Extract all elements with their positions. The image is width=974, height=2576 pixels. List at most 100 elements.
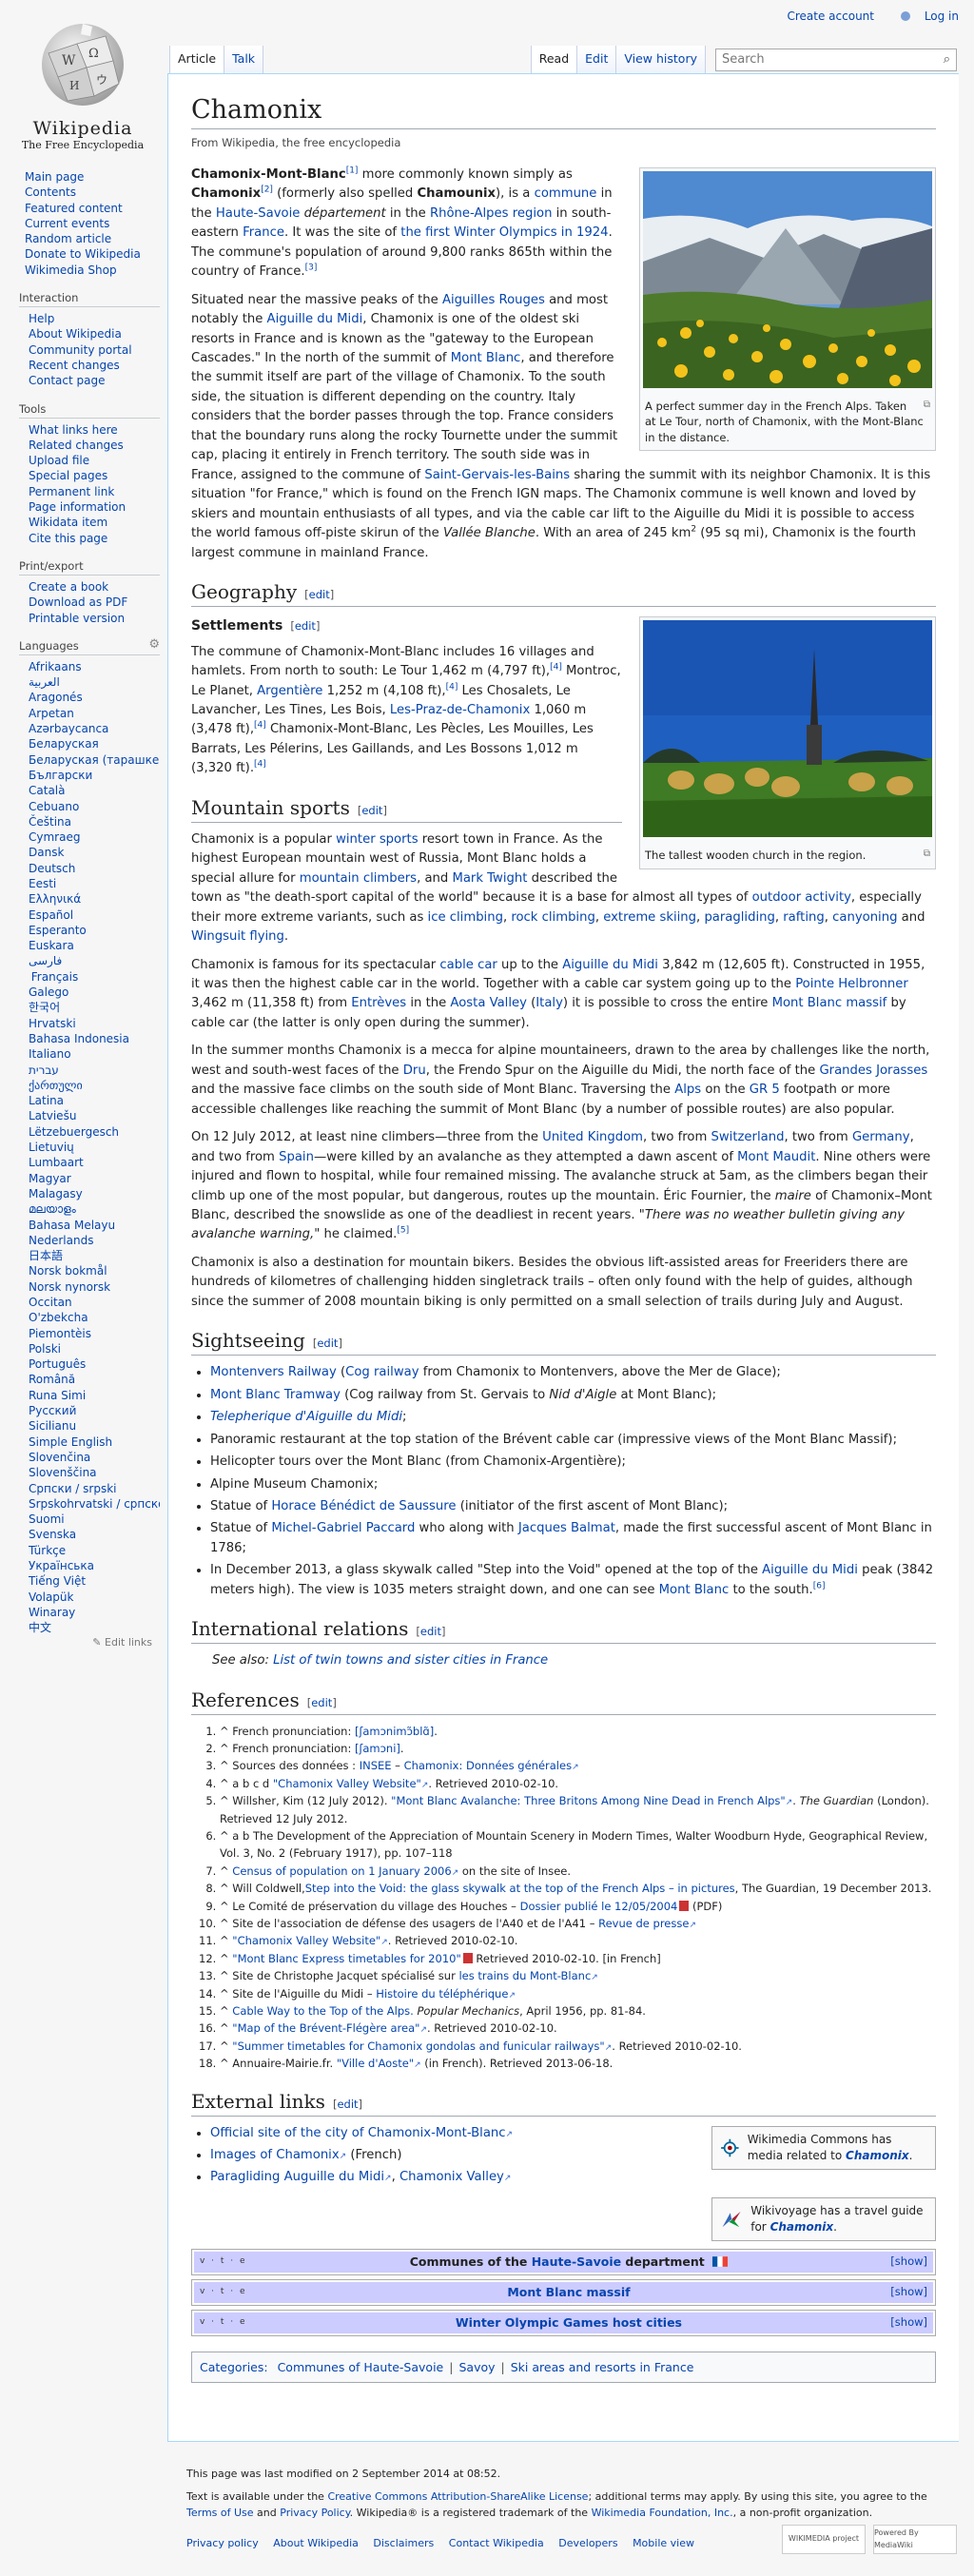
- sidebar-language-item[interactable]: Svenska: [29, 1527, 160, 1542]
- photo-summer-alps[interactable]: [643, 170, 932, 388]
- sidebar-tools-item[interactable]: What links here: [29, 422, 160, 438]
- sidebar-interaction-item[interactable]: Recent changes: [29, 358, 160, 373]
- wiki-link[interactable]: Grandes Jorasses: [819, 1064, 927, 1078]
- sidebar-language-item[interactable]: Galego: [29, 985, 160, 1000]
- sidebar-language-item[interactable]: Occitan: [29, 1295, 160, 1310]
- footer-link[interactable]: Privacy policy: [186, 2537, 259, 2549]
- wiki-link[interactable]: List of twin towns and sister cities in …: [273, 1653, 548, 1668]
- sidebar-language-item[interactable]: Sicilianu: [29, 1418, 160, 1434]
- sidebar-language-item[interactable]: Bahasa Melayu: [29, 1218, 160, 1233]
- mediawiki-badge[interactable]: Powered By MediaWiki: [873, 2525, 957, 2554]
- wiki-link[interactable]: Mont Maudit: [737, 1150, 815, 1164]
- sidebar-language-item[interactable]: Български: [29, 768, 160, 783]
- sidebar-language-item[interactable]: Română: [29, 1372, 160, 1387]
- category-link[interactable]: Savoy: [458, 2360, 495, 2374]
- tab-talk[interactable]: Talk: [224, 46, 264, 74]
- wiki-link[interactable]: Haute-Savoie: [216, 206, 301, 221]
- sidebar-language-item[interactable]: Aragonés: [29, 690, 160, 705]
- wiki-link[interactable]: Aiguille du Midi: [562, 958, 658, 972]
- sidebar-tools-item[interactable]: Special pages: [29, 468, 160, 483]
- wiki-link[interactable]: Jacques Balmat: [518, 1521, 615, 1535]
- create-account-link[interactable]: Create account: [787, 10, 874, 23]
- magnify-icon[interactable]: ⧉: [924, 848, 930, 861]
- wiki-link[interactable]: Pointe Helbronner: [795, 977, 908, 991]
- wiki-link[interactable]: canyoning: [832, 910, 897, 925]
- sidebar-print-item[interactable]: Printable version: [29, 611, 160, 626]
- sidebar-print-item[interactable]: Create a book: [29, 579, 160, 595]
- wiki-link[interactable]: Entrèves: [351, 996, 406, 1010]
- category-link[interactable]: Ski areas and resorts in France: [511, 2360, 694, 2374]
- sidebar-language-item[interactable]: Malagasy: [29, 1186, 160, 1201]
- category-link[interactable]: Communes of Haute-Savoie: [278, 2360, 444, 2374]
- sidebar-language-item[interactable]: Slovenščina: [29, 1465, 160, 1480]
- wiki-link[interactable]: Switzerland: [711, 1130, 785, 1144]
- edit-links[interactable]: ✎ Edit links: [21, 1636, 160, 1649]
- ref-link[interactable]: [4]: [254, 721, 266, 731]
- sidebar-language-item[interactable]: Winaray: [29, 1605, 160, 1620]
- sidebar-language-item[interactable]: Português: [29, 1356, 160, 1372]
- wikivoyage-link[interactable]: Chamonix: [770, 2220, 834, 2234]
- footer-link[interactable]: Mobile view: [633, 2537, 694, 2549]
- interaction-heading[interactable]: Interaction: [19, 291, 160, 308]
- sidebar-language-item[interactable]: Беларуская (тарашкевіца): [29, 752, 160, 768]
- sidebar-language-item[interactable]: Norsk bokmål: [29, 1263, 160, 1278]
- wiki-link[interactable]: Wingsuit flying: [191, 929, 284, 944]
- sidebar-language-item[interactable]: Bahasa Indonesia: [29, 1031, 160, 1046]
- sidebar-language-item[interactable]: Italiano: [29, 1046, 160, 1062]
- wikivoyage-icon[interactable]: [720, 2202, 743, 2236]
- sidebar-language-item[interactable]: Suomi: [29, 1512, 160, 1527]
- edit-section-link[interactable]: edit: [416, 1625, 445, 1638]
- wiki-link[interactable]: commune: [535, 186, 597, 201]
- footer-link[interactable]: About Wikipedia: [273, 2537, 359, 2549]
- sidebar-language-item[interactable]: Latviešu: [29, 1108, 160, 1123]
- sidebar-language-item[interactable]: Arpetan: [29, 706, 160, 721]
- sidebar-language-item[interactable]: Deutsch: [29, 861, 160, 876]
- show-toggle[interactable]: [show]: [890, 2314, 927, 2332]
- sidebar-language-item[interactable]: Eesti: [29, 876, 160, 891]
- wiki-link[interactable]: Mont Blanc: [659, 1583, 730, 1597]
- sidebar-language-item[interactable]: Esperanto: [29, 923, 160, 938]
- edit-section-link[interactable]: edit: [333, 2098, 362, 2111]
- privacy-link[interactable]: Privacy Policy: [280, 2507, 349, 2519]
- edit-section-link[interactable]: edit: [290, 619, 320, 633]
- sidebar-language-item[interactable]: Lumbaart: [29, 1155, 160, 1170]
- sidebar-interaction-item[interactable]: Help: [29, 311, 160, 326]
- ref-link[interactable]: [4]: [550, 663, 562, 673]
- wiki-link[interactable]: Michel-Gabriel Paccard: [271, 1521, 415, 1535]
- sidebar-language-item[interactable]: العربية: [29, 674, 160, 690]
- sidebar-language-item[interactable]: Euskara: [29, 938, 160, 953]
- external-link[interactable]: Paragliding Auguille du Midi: [210, 2170, 384, 2184]
- wiki-link[interactable]: United Kingdom: [542, 1130, 643, 1144]
- sidebar-language-item[interactable]: Nederlands: [29, 1233, 160, 1248]
- sidebar-language-item[interactable]: Cebuano: [29, 799, 160, 814]
- external-link[interactable]: Chamonix Valley: [399, 2170, 504, 2184]
- wiki-link[interactable]: Germany: [852, 1130, 910, 1144]
- wiki-link[interactable]: paragliding: [704, 910, 774, 925]
- wiki-link[interactable]: Spain: [279, 1150, 314, 1164]
- wiki-link[interactable]: Aosta Valley: [450, 996, 527, 1010]
- print-heading[interactable]: Print/export: [19, 559, 160, 576]
- sidebar-language-item[interactable]: فارسی: [29, 953, 160, 968]
- vte-links[interactable]: v · t · e: [200, 2255, 247, 2269]
- wiki-link[interactable]: rafting: [783, 910, 824, 925]
- license-link[interactable]: Creative Commons Attribution-ShareAlike …: [327, 2490, 588, 2503]
- sidebar-nav-item[interactable]: Random article: [25, 231, 160, 246]
- sidebar-interaction-item[interactable]: Contact page: [29, 373, 160, 388]
- search-input[interactable]: Search ⌕: [715, 49, 957, 71]
- wiki-link[interactable]: Haute-Savoie: [532, 2254, 621, 2269]
- sidebar-language-item[interactable]: Latina: [29, 1093, 160, 1108]
- sidebar-nav-item[interactable]: Main page: [25, 169, 160, 185]
- wiki-link[interactable]: extreme skiing: [603, 910, 696, 925]
- sidebar-language-item[interactable]: Cymraeg: [29, 829, 160, 845]
- tab-article[interactable]: Article: [169, 46, 225, 74]
- footer-link[interactable]: Disclaimers: [373, 2537, 434, 2549]
- sidebar-language-item[interactable]: Afrikaans: [29, 659, 160, 674]
- wiki-link[interactable]: Mont Blanc: [451, 351, 521, 365]
- gear-icon[interactable]: ⚙: [148, 637, 160, 652]
- sidebar-tools-item[interactable]: Upload file: [29, 453, 160, 468]
- sidebar-language-item[interactable]: Čeština: [29, 814, 160, 829]
- terms-link[interactable]: Terms of Use: [186, 2507, 254, 2519]
- wiki-link[interactable]: Horace Bénédict de Saussure: [271, 1499, 456, 1513]
- sidebar-language-item[interactable]: Русский: [29, 1403, 160, 1418]
- ref-link[interactable]: [4]: [446, 682, 458, 692]
